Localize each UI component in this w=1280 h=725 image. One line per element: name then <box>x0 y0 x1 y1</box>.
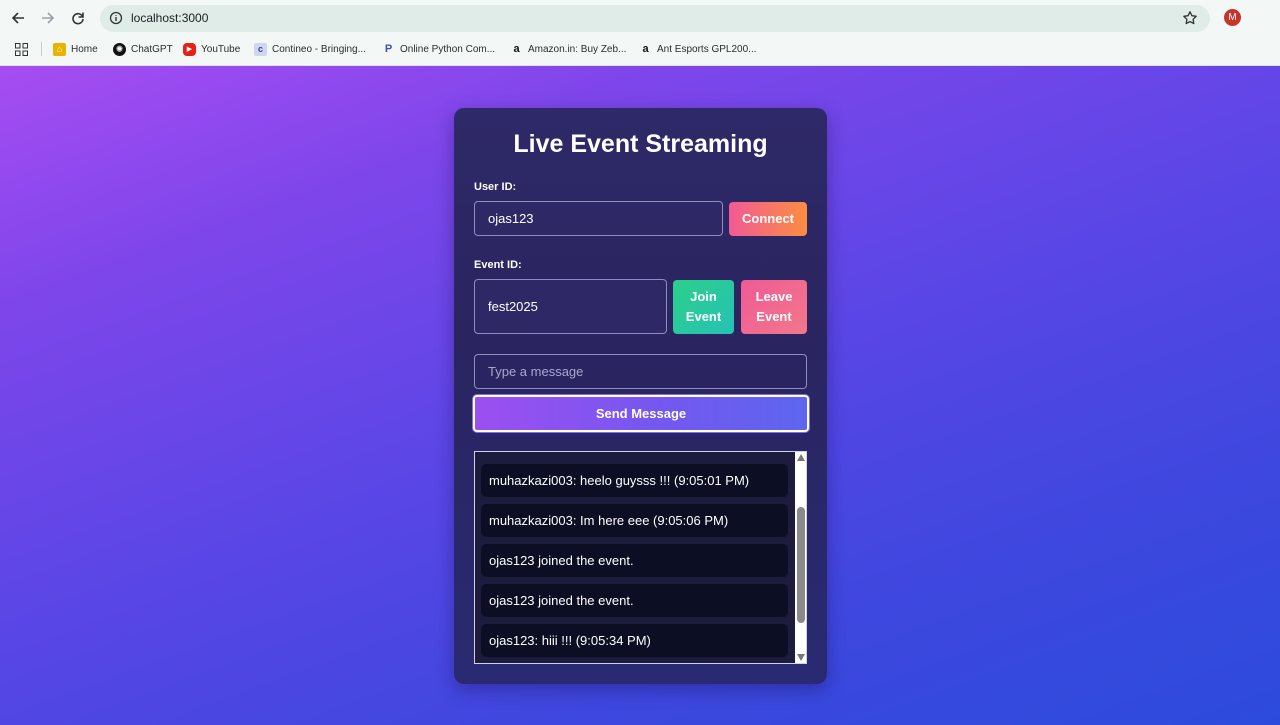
connect-button[interactable]: Connect <box>729 202 807 236</box>
bookmark-label: Online Python Com... <box>400 43 496 55</box>
reload-icon <box>72 12 84 25</box>
bookmark-label: YouTube <box>201 43 241 55</box>
bookmark-amazon-zeb[interactable]: a Amazon.in: Buy Zeb... <box>510 41 626 57</box>
list-item: ojas123 joined the event. <box>481 584 788 617</box>
page-background: Live Event Streaming User ID: ojas123 Co… <box>0 66 1280 725</box>
amazon-icon: a <box>513 43 520 55</box>
message-list-viewport: muhazkazi003: heelo guysss !!! (9:05:01 … <box>475 452 795 663</box>
message-input[interactable]: Type a message <box>474 354 807 389</box>
youtube-icon: ▶ <box>183 42 196 56</box>
bookmark-chatgpt[interactable]: ✺ ChatGPT <box>113 41 173 57</box>
bookmark-contineo[interactable]: c Contineo - Bringing... <box>254 41 366 57</box>
scroll-down-arrow-icon[interactable] <box>797 654 805 661</box>
browser-chrome: localhost:3000 M ⌂ Home ✺ ChatGPT ▶ YouT… <box>0 0 1280 66</box>
bookmark-label: Ant Esports GPL200... <box>657 43 757 55</box>
bookmark-ant-esports[interactable]: a Ant Esports GPL200... <box>639 41 757 57</box>
list-item: ojas123: hiii !!! (9:05:34 PM) <box>481 624 788 657</box>
bookmark-label: Amazon.in: Buy Zeb... <box>528 43 627 55</box>
message-list[interactable]: muhazkazi003: heelo guysss !!! (9:05:01 … <box>474 451 807 664</box>
list-item: ojas123 joined the event. <box>481 544 788 577</box>
user-id-label: User ID: <box>474 181 517 193</box>
user-id-input[interactable]: ojas123 <box>474 201 723 236</box>
arrow-left-icon <box>11 12 24 24</box>
send-message-button[interactable]: Send Message <box>473 395 809 432</box>
bookmarks-divider <box>41 42 42 56</box>
page-title: Live Event Streaming <box>513 130 768 158</box>
chatgpt-icon: ✺ <box>113 42 126 56</box>
reload-button[interactable] <box>68 8 88 28</box>
contineo-icon: c <box>254 42 267 56</box>
streaming-card: Live Event Streaming User ID: ojas123 Co… <box>454 108 827 684</box>
bookmark-label: ChatGPT <box>131 43 173 55</box>
list-item: muhazkazi003: Im here eee (9:05:06 PM) <box>481 504 788 537</box>
bookmark-label: Home <box>71 43 98 55</box>
url-text: localhost:3000 <box>131 11 209 25</box>
profile-avatar[interactable]: M <box>1224 9 1241 26</box>
address-bar[interactable]: localhost:3000 <box>100 5 1210 32</box>
python-compiler-icon: P <box>384 43 393 55</box>
event-id-label: Event ID: <box>474 259 522 271</box>
bookmarks-bar: ⌂ Home ✺ ChatGPT ▶ YouTube c Contineo - … <box>0 38 1280 60</box>
back-button[interactable] <box>8 8 28 28</box>
leave-event-button[interactable]: Leave Event <box>741 280 807 334</box>
message-list-scrollbar[interactable] <box>795 452 806 663</box>
scroll-up-arrow-icon[interactable] <box>797 454 805 461</box>
scrollbar-thumb[interactable] <box>797 507 805 623</box>
arrow-right-icon <box>42 12 55 24</box>
bookmark-home[interactable]: ⌂ Home <box>53 41 98 57</box>
event-id-input[interactable]: fest2025 <box>474 279 667 334</box>
bookmark-youtube[interactable]: ▶ YouTube <box>183 41 240 57</box>
apps-grid-icon[interactable] <box>15 43 28 56</box>
amazon-icon: a <box>642 43 649 55</box>
join-event-button[interactable]: Join Event <box>673 280 734 334</box>
forward-button[interactable] <box>38 8 58 28</box>
info-icon[interactable] <box>109 11 123 25</box>
home-icon: ⌂ <box>53 42 66 56</box>
list-item: muhazkazi003: heelo guysss !!! (9:05:01 … <box>481 464 788 497</box>
bookmark-python-compiler[interactable]: P Online Python Com... <box>382 41 495 57</box>
bookmark-label: Contineo - Bringing... <box>272 43 366 55</box>
bookmark-star-icon[interactable] <box>1182 10 1198 26</box>
